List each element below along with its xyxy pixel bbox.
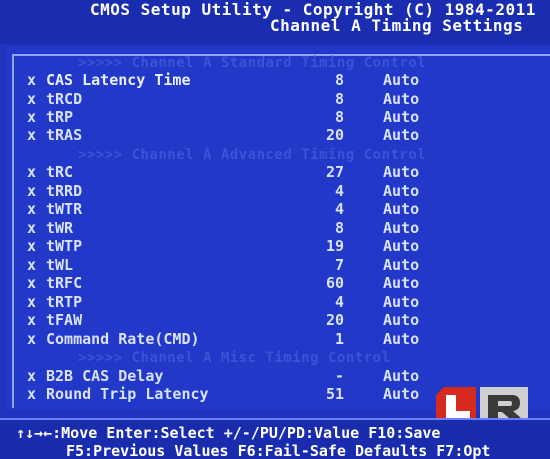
setting-row-twl[interactable]: x tWL 7 Auto xyxy=(0,256,550,274)
setting-label: tRAS xyxy=(46,126,83,144)
locked-mark: x xyxy=(27,90,37,108)
locked-mark: x xyxy=(27,274,37,292)
locked-mark: x xyxy=(27,237,37,255)
locked-mark: x xyxy=(27,126,37,144)
setting-row-trcd[interactable]: x tRCD 8 Auto xyxy=(0,90,550,108)
setting-option[interactable]: Auto xyxy=(383,126,419,144)
locked-mark: x xyxy=(27,163,37,181)
setting-row-b2b-cas-delay[interactable]: x B2B CAS Delay - Auto xyxy=(0,367,550,385)
setting-value: 20 xyxy=(325,126,344,144)
setting-option[interactable]: Auto xyxy=(383,367,419,385)
locked-mark: x xyxy=(27,293,37,311)
setting-option[interactable]: Auto xyxy=(383,71,419,89)
setting-value: 8 xyxy=(334,71,344,89)
setting-option[interactable]: Auto xyxy=(383,90,419,108)
setting-label: CAS Latency Time xyxy=(46,71,191,89)
locked-mark: x xyxy=(27,108,37,126)
setting-option[interactable]: Auto xyxy=(383,385,419,403)
setting-row-trtp[interactable]: x tRTP 4 Auto xyxy=(0,293,550,311)
setting-value: 27 xyxy=(325,163,344,181)
locked-mark: x xyxy=(27,311,37,329)
bios-screen: CMOS Setup Utility - Copyright (C) 1984-… xyxy=(0,0,550,459)
locked-mark: x xyxy=(27,219,37,237)
setting-row-command-rate[interactable]: x Command Rate(CMD) 1 Auto xyxy=(0,330,550,348)
setting-value: - xyxy=(334,367,344,385)
setting-label: B2B CAS Delay xyxy=(46,367,164,385)
setting-option[interactable]: Auto xyxy=(383,274,419,292)
locked-mark: x xyxy=(27,71,37,89)
setting-value: 8 xyxy=(334,219,344,237)
setting-value: 19 xyxy=(325,237,344,255)
setting-value: 20 xyxy=(325,311,344,329)
setting-value: 60 xyxy=(325,274,344,292)
setting-option[interactable]: Auto xyxy=(383,163,419,181)
setting-row-trrd[interactable]: x tRRD 4 Auto xyxy=(0,182,550,200)
setting-row-cas-latency[interactable]: x CAS Latency Time 8 Auto xyxy=(0,71,550,89)
setting-label: Command Rate(CMD) xyxy=(46,330,200,348)
setting-row-trc[interactable]: x tRC 27 Auto xyxy=(0,163,550,181)
setting-label: tRCD xyxy=(46,90,83,108)
section-advanced-timing: >>>>> Channel A Advanced Timing Control xyxy=(78,147,427,163)
page-title: Channel A Timing Settings xyxy=(270,16,524,35)
setting-row-tfaw[interactable]: x tFAW 20 Auto xyxy=(0,311,550,329)
setting-value: 8 xyxy=(334,90,344,108)
setting-label: tFAW xyxy=(46,311,83,329)
setting-label: tWL xyxy=(46,256,74,274)
setting-row-twtp[interactable]: x tWTP 19 Auto xyxy=(0,237,550,255)
setting-label: tWTR xyxy=(46,200,83,218)
setting-label: tRC xyxy=(46,163,74,181)
setting-label: tRP xyxy=(46,108,74,126)
setting-value: 51 xyxy=(325,385,344,403)
setting-row-trp[interactable]: x tRP 8 Auto xyxy=(0,108,550,126)
setting-option[interactable]: Auto xyxy=(383,108,419,126)
setting-row-twtr[interactable]: x tWTR 4 Auto xyxy=(0,200,550,218)
setting-option[interactable]: Auto xyxy=(383,182,419,200)
bios-header: CMOS Setup Utility - Copyright (C) 1984-… xyxy=(0,0,550,44)
setting-value: 4 xyxy=(334,293,344,311)
setting-option[interactable]: Auto xyxy=(383,330,419,348)
locked-mark: x xyxy=(27,367,37,385)
setting-value: 4 xyxy=(334,182,344,200)
section-misc-timing: >>>>> Channel A Misc Timing Control xyxy=(78,350,391,366)
setting-value: 4 xyxy=(334,200,344,218)
setting-option[interactable]: Auto xyxy=(383,256,419,274)
setting-option[interactable]: Auto xyxy=(383,293,419,311)
setting-value: 7 xyxy=(334,256,344,274)
setting-option[interactable]: Auto xyxy=(383,311,419,329)
key-help-line-1: ↑↓→←:Move Enter:Select +/-/PU/PD:Value F… xyxy=(16,424,441,442)
setting-label: tRTP xyxy=(46,293,83,311)
locked-mark: x xyxy=(27,330,37,348)
key-help-line-2: F5:Previous Values F6:Fail-Safe Defaults… xyxy=(66,442,491,459)
setting-row-twr[interactable]: x tWR 8 Auto xyxy=(0,219,550,237)
setting-label: tRFC xyxy=(46,274,83,292)
setting-label: tRRD xyxy=(46,182,83,200)
setting-label: tWTP xyxy=(46,237,83,255)
setting-option[interactable]: Auto xyxy=(383,237,419,255)
setting-row-trfc[interactable]: x tRFC 60 Auto xyxy=(0,274,550,292)
key-help-footer: ↑↓→←:Move Enter:Select +/-/PU/PD:Value F… xyxy=(0,418,550,459)
setting-value: 1 xyxy=(334,330,344,348)
setting-value: 8 xyxy=(334,108,344,126)
locked-mark: x xyxy=(27,385,37,403)
setting-label: tWR xyxy=(46,219,74,237)
section-standard-timing: >>>>> Channel A Standard Timing Control xyxy=(78,55,427,71)
locked-mark: x xyxy=(27,200,37,218)
setting-row-tras[interactable]: x tRAS 20 Auto xyxy=(0,126,550,144)
setting-option[interactable]: Auto xyxy=(383,219,419,237)
locked-mark: x xyxy=(27,182,37,200)
setting-option[interactable]: Auto xyxy=(383,200,419,218)
setting-label: Round Trip Latency xyxy=(46,385,209,403)
locked-mark: x xyxy=(27,256,37,274)
